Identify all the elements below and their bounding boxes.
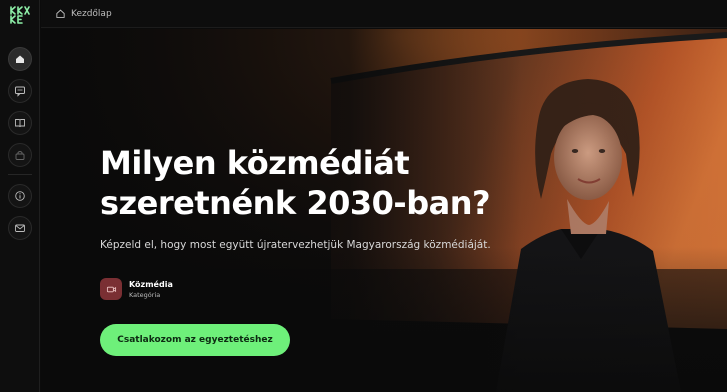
headline-line-1: Milyen közmédiát <box>100 144 410 182</box>
chat-icon <box>15 86 25 97</box>
category-icon-box <box>100 278 122 300</box>
topbar: Kezdőlap <box>41 0 727 28</box>
bag-icon <box>15 151 25 160</box>
page-title: Milyen közmédiát szeretnénk 2030-ban? <box>100 143 540 223</box>
info-icon <box>15 191 25 201</box>
nav-home-button[interactable] <box>8 47 32 71</box>
sidebar-divider <box>8 174 32 175</box>
sidebar <box>0 0 40 392</box>
nav-messages-button[interactable] <box>8 79 32 103</box>
mail-icon <box>15 224 25 232</box>
nav-shop-button[interactable] <box>8 143 32 167</box>
nav-book-button[interactable] <box>8 111 32 135</box>
category-tag[interactable]: Közmédia Kategória <box>100 278 173 300</box>
nav-info-button[interactable] <box>8 184 32 208</box>
video-icon <box>106 286 116 292</box>
home-icon <box>16 55 24 63</box>
category-label: Kategória <box>129 290 161 299</box>
category-name: Közmédia <box>129 279 173 289</box>
book-icon <box>15 119 25 128</box>
home-outline-icon <box>56 9 65 18</box>
join-consultation-button[interactable]: Csatlakozom az egyeztetéshez <box>100 324 290 356</box>
breadcrumb[interactable]: Kezdőlap <box>71 9 112 19</box>
hero-subtitle: Képzeld el, hogy most együtt újratervezh… <box>100 239 491 251</box>
headline-line-2: szeretnénk 2030-ban? <box>100 184 491 222</box>
hero-banner: Milyen közmédiát szeretnénk 2030-ban? Ké… <box>41 29 727 392</box>
nav-mail-button[interactable] <box>8 216 32 240</box>
logo[interactable] <box>9 5 31 25</box>
category-text: Közmédia Kategória <box>129 279 173 300</box>
